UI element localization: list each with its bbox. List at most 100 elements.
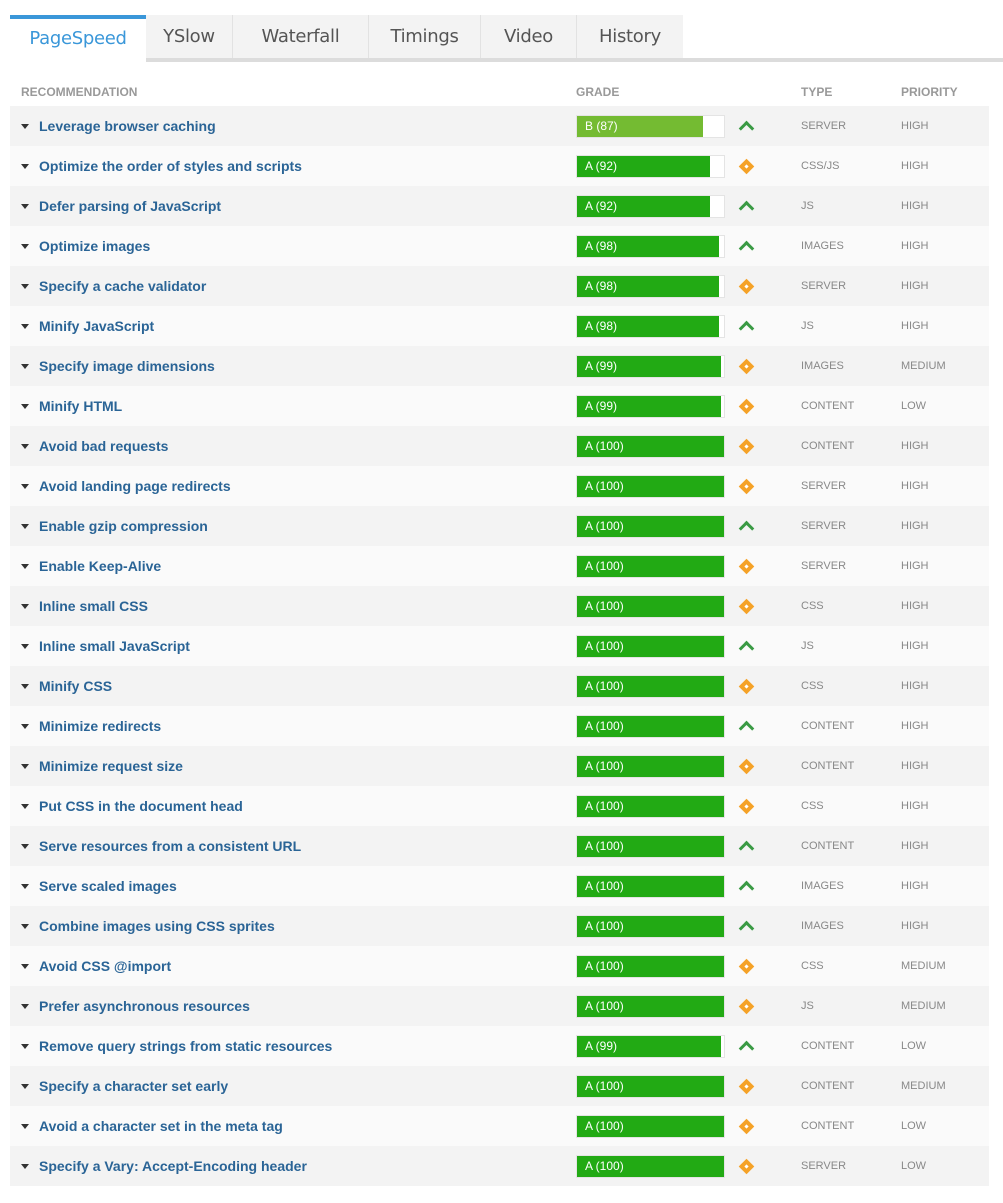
recommendation-name[interactable]: Avoid a character set in the meta tag xyxy=(39,1118,283,1134)
table-row[interactable]: Specify a character set early A (100) CO… xyxy=(10,1066,989,1106)
table-row[interactable]: Minimize request size A (100) CONTENT HI… xyxy=(10,746,989,786)
tab-yslow[interactable]: YSlow xyxy=(146,15,233,58)
expand-caret-icon[interactable] xyxy=(21,923,29,929)
expand-caret-icon[interactable] xyxy=(21,203,29,209)
recommendation-name[interactable]: Serve resources from a consistent URL xyxy=(39,838,301,854)
grade-label: A (100) xyxy=(585,718,624,733)
expand-caret-icon[interactable] xyxy=(21,403,29,409)
table-row[interactable]: Specify a Vary: Accept-Encoding header A… xyxy=(10,1146,989,1186)
recommendation-name[interactable]: Enable Keep-Alive xyxy=(39,558,161,574)
recommendation-name[interactable]: Leverage browser caching xyxy=(39,118,216,134)
recommendation-name[interactable]: Minify HTML xyxy=(39,398,122,414)
table-row[interactable]: Enable Keep-Alive A (100) SERVER HIGH xyxy=(10,546,989,586)
recommendation-name[interactable]: Specify a character set early xyxy=(39,1078,228,1094)
expand-caret-icon[interactable] xyxy=(21,1123,29,1129)
recommendation-name[interactable]: Avoid bad requests xyxy=(39,438,168,454)
priority-cell: MEDIUM xyxy=(901,960,946,972)
recommendation-name[interactable]: Optimize the order of styles and scripts xyxy=(39,158,302,174)
table-row[interactable]: Leverage browser caching B (87) SERVER H… xyxy=(10,106,989,146)
table-row[interactable]: Avoid bad requests A (100) CONTENT HIGH xyxy=(10,426,989,466)
type-cell: SERVER xyxy=(801,560,847,572)
expand-caret-icon[interactable] xyxy=(21,643,29,649)
expand-caret-icon[interactable] xyxy=(21,363,29,369)
recommendation-name[interactable]: Optimize images xyxy=(39,238,150,254)
expand-caret-icon[interactable] xyxy=(21,323,29,329)
expand-caret-icon[interactable] xyxy=(21,683,29,689)
table-row[interactable]: Avoid a character set in the meta tag A … xyxy=(10,1106,989,1146)
header-recommendation[interactable]: RECOMMENDATION xyxy=(10,85,576,99)
tab-pagespeed[interactable]: PageSpeed xyxy=(10,15,146,62)
priority-cell: HIGH xyxy=(901,280,929,292)
recommendation-name[interactable]: Avoid CSS @import xyxy=(39,958,171,974)
recommendation-name[interactable]: Put CSS in the document head xyxy=(39,798,243,814)
expand-caret-icon[interactable] xyxy=(21,1043,29,1049)
expand-caret-icon[interactable] xyxy=(21,483,29,489)
expand-caret-icon[interactable] xyxy=(21,723,29,729)
recommendation-name[interactable]: Minify JavaScript xyxy=(39,318,154,334)
expand-caret-icon[interactable] xyxy=(21,843,29,849)
expand-caret-icon[interactable] xyxy=(21,963,29,969)
table-row[interactable]: Serve resources from a consistent URL A … xyxy=(10,826,989,866)
grade-bar: A (100) xyxy=(576,1074,725,1098)
trend-up-icon xyxy=(739,881,753,891)
table-row[interactable]: Minify HTML A (99) CONTENT LOW xyxy=(10,386,989,426)
table-row[interactable]: Enable gzip compression A (100) SERVER H… xyxy=(10,506,989,546)
table-row[interactable]: Inline small CSS A (100) CSS HIGH xyxy=(10,586,989,626)
expand-caret-icon[interactable] xyxy=(21,243,29,249)
tab-history[interactable]: History xyxy=(577,15,683,58)
recommendation-name[interactable]: Specify image dimensions xyxy=(39,358,215,374)
tab-timings[interactable]: Timings xyxy=(369,15,481,58)
recommendation-name[interactable]: Avoid landing page redirects xyxy=(39,478,231,494)
recommendation-name[interactable]: Minimize redirects xyxy=(39,718,161,734)
recommendation-name[interactable]: Defer parsing of JavaScript xyxy=(39,198,221,214)
tab-video[interactable]: Video xyxy=(481,15,577,58)
recommendation-name[interactable]: Serve scaled images xyxy=(39,878,177,894)
recommendation-name[interactable]: Combine images using CSS sprites xyxy=(39,918,275,934)
table-row[interactable]: Avoid CSS @import A (100) CSS MEDIUM xyxy=(10,946,989,986)
expand-caret-icon[interactable] xyxy=(21,1003,29,1009)
expand-caret-icon[interactable] xyxy=(21,883,29,889)
expand-caret-icon[interactable] xyxy=(21,443,29,449)
table-row[interactable]: Minify CSS A (100) CSS HIGH xyxy=(10,666,989,706)
recommendation-cell: Defer parsing of JavaScript xyxy=(10,198,576,214)
recommendation-name[interactable]: Prefer asynchronous resources xyxy=(39,998,250,1014)
recommendation-name[interactable]: Remove query strings from static resourc… xyxy=(39,1038,332,1054)
table-row[interactable]: Specify a cache validator A (98) SERVER … xyxy=(10,266,989,306)
expand-caret-icon[interactable] xyxy=(21,1163,29,1169)
table-row[interactable]: Specify image dimensions A (99) IMAGES M… xyxy=(10,346,989,386)
table-row[interactable]: Prefer asynchronous resources A (100) JS… xyxy=(10,986,989,1026)
recommendation-name[interactable]: Inline small CSS xyxy=(39,598,148,614)
expand-caret-icon[interactable] xyxy=(21,123,29,129)
table-row[interactable]: Serve scaled images A (100) IMAGES HIGH xyxy=(10,866,989,906)
table-row[interactable]: Combine images using CSS sprites A (100)… xyxy=(10,906,989,946)
recommendation-name[interactable]: Minimize request size xyxy=(39,758,183,774)
tab-waterfall[interactable]: Waterfall xyxy=(233,15,369,58)
expand-caret-icon[interactable] xyxy=(21,163,29,169)
recommendation-name[interactable]: Enable gzip compression xyxy=(39,518,208,534)
table-row[interactable]: Avoid landing page redirects A (100) SER… xyxy=(10,466,989,506)
recommendation-name[interactable]: Inline small JavaScript xyxy=(39,638,190,654)
recommendation-cell: Enable gzip compression xyxy=(10,518,576,534)
table-row[interactable]: Put CSS in the document head A (100) CSS… xyxy=(10,786,989,826)
trend-neutral-icon xyxy=(738,958,754,974)
expand-caret-icon[interactable] xyxy=(21,763,29,769)
table-row[interactable]: Remove query strings from static resourc… xyxy=(10,1026,989,1066)
table-row[interactable]: Inline small JavaScript A (100) JS HIGH xyxy=(10,626,989,666)
table-row[interactable]: Minify JavaScript A (98) JS HIGH xyxy=(10,306,989,346)
recommendation-name[interactable]: Specify a cache validator xyxy=(39,278,206,294)
expand-caret-icon[interactable] xyxy=(21,603,29,609)
header-grade[interactable]: GRADE xyxy=(576,85,724,99)
table-row[interactable]: Defer parsing of JavaScript A (92) JS HI… xyxy=(10,186,989,226)
expand-caret-icon[interactable] xyxy=(21,283,29,289)
expand-caret-icon[interactable] xyxy=(21,523,29,529)
table-row[interactable]: Optimize the order of styles and scripts… xyxy=(10,146,989,186)
table-row[interactable]: Minimize redirects A (100) CONTENT HIGH xyxy=(10,706,989,746)
recommendation-name[interactable]: Minify CSS xyxy=(39,678,112,694)
expand-caret-icon[interactable] xyxy=(21,1083,29,1089)
expand-caret-icon[interactable] xyxy=(21,563,29,569)
table-row[interactable]: Optimize images A (98) IMAGES HIGH xyxy=(10,226,989,266)
header-type[interactable]: TYPE xyxy=(801,85,901,99)
expand-caret-icon[interactable] xyxy=(21,803,29,809)
header-priority[interactable]: PRIORITY xyxy=(901,85,989,99)
recommendation-name[interactable]: Specify a Vary: Accept-Encoding header xyxy=(39,1158,307,1174)
